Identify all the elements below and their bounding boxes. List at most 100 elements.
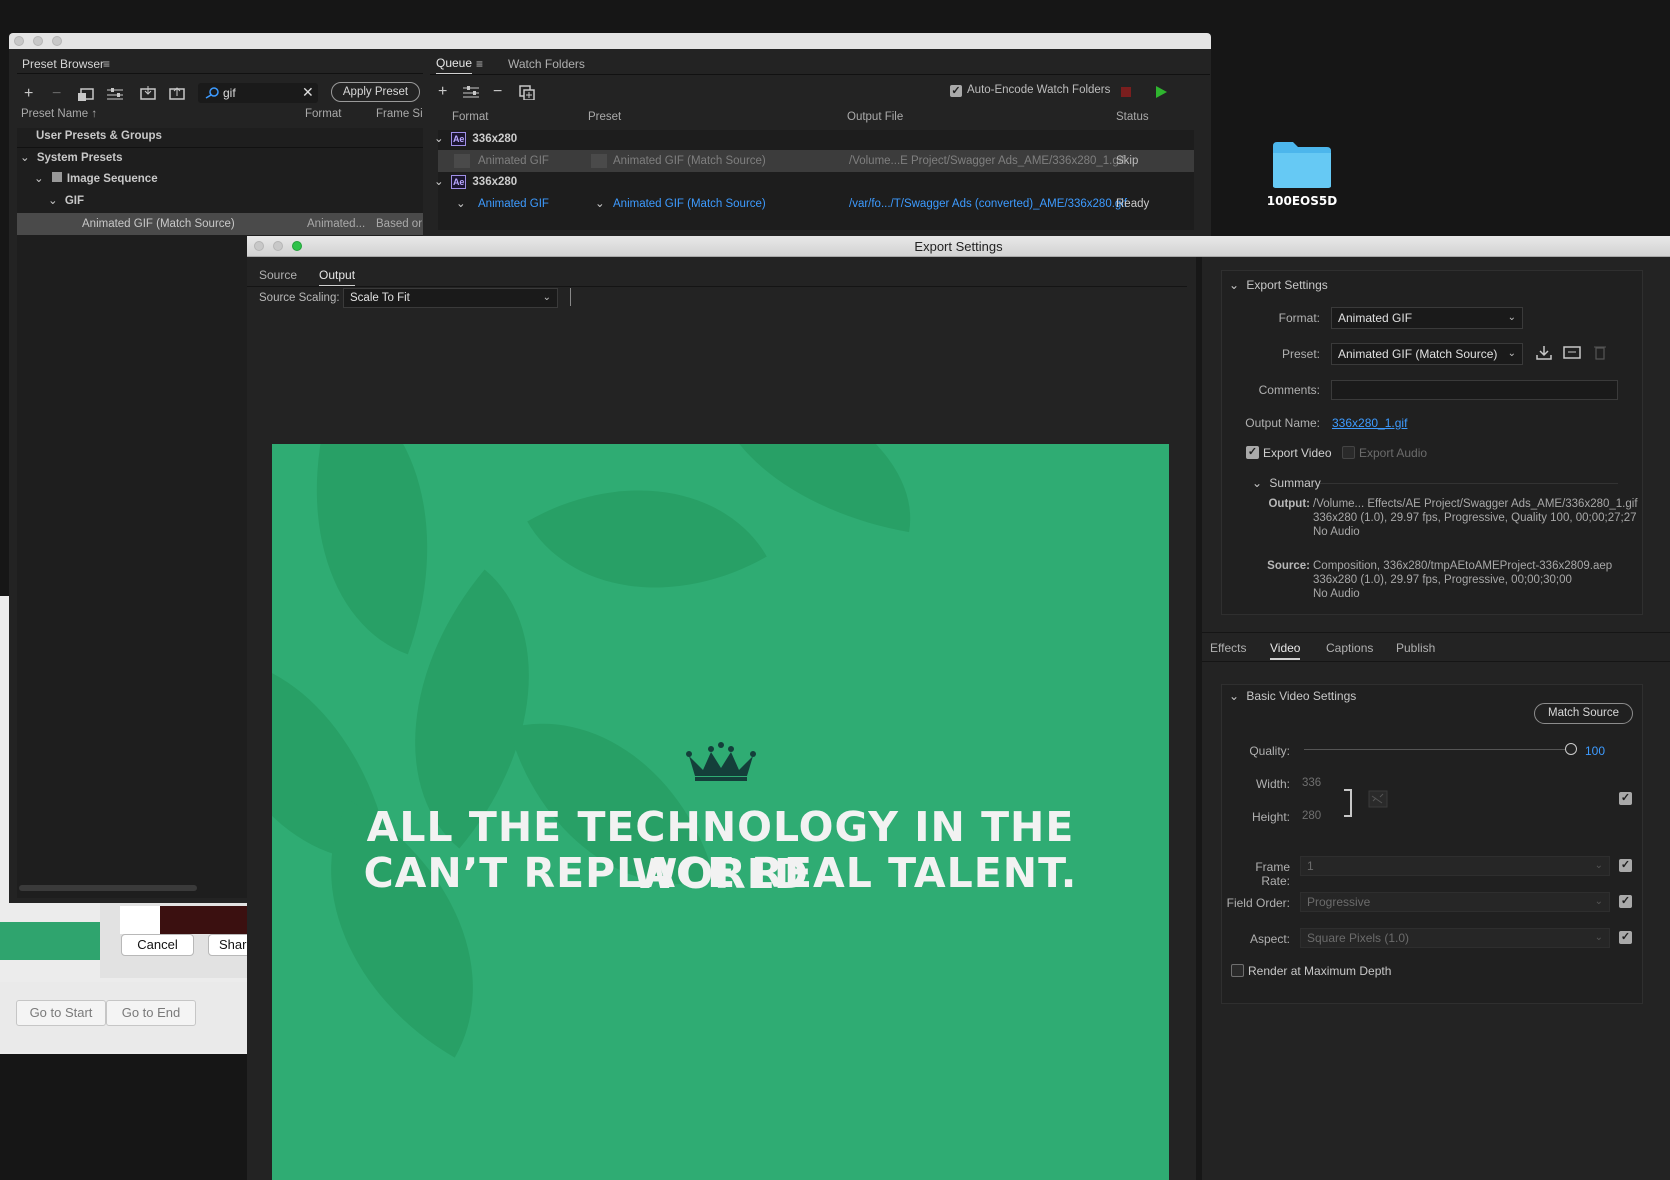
chevron-down-icon[interactable]: ⌄ bbox=[434, 171, 448, 193]
chevron-down-icon[interactable]: ⌄ bbox=[34, 173, 44, 185]
user-presets-group[interactable]: User Presets & Groups bbox=[36, 125, 162, 147]
preset-dropdown[interactable]: Animated GIF (Match Source) ⌄ bbox=[1331, 343, 1523, 365]
format-dropdown[interactable]: Animated GIF ⌄ bbox=[1331, 307, 1523, 329]
close-light[interactable] bbox=[14, 36, 24, 46]
minimize-light[interactable] bbox=[33, 36, 43, 46]
go-to-end-button[interactable]: Go to End bbox=[106, 1000, 196, 1026]
quality-slider-track[interactable] bbox=[1304, 749, 1571, 750]
tab-output[interactable]: Output bbox=[319, 268, 356, 287]
preset-name-column[interactable]: Preset Name ↑ bbox=[21, 108, 97, 120]
aspect-label: Aspect: bbox=[1249, 932, 1290, 946]
tab-source[interactable]: Source bbox=[259, 268, 297, 282]
system-presets-label: System Presets bbox=[36, 152, 123, 164]
start-queue-icon[interactable] bbox=[1156, 86, 1167, 98]
summary-header[interactable]: ⌄ Summary bbox=[1252, 476, 1321, 490]
field-order-dropdown[interactable]: Progressive ⌄ bbox=[1300, 892, 1610, 912]
chain-link-icon[interactable] bbox=[1368, 790, 1388, 808]
output-name-link[interactable]: 336x280_1.gif bbox=[1332, 416, 1407, 430]
cancel-button[interactable]: Cancel bbox=[121, 934, 194, 956]
zoom-light[interactable] bbox=[52, 36, 62, 46]
tab-publish[interactable]: Publish bbox=[1396, 641, 1435, 655]
preset-group-icon[interactable] bbox=[78, 87, 94, 101]
selected-preset-row[interactable]: Animated GIF (Match Source) Animated... … bbox=[17, 213, 423, 235]
width-value[interactable]: 336 bbox=[1302, 777, 1321, 789]
zoom-light[interactable] bbox=[292, 241, 302, 251]
source-scaling-dropdown[interactable]: Scale To Fit ⌄ bbox=[343, 288, 558, 308]
delete-preset-icon[interactable] bbox=[1594, 345, 1606, 360]
tab-queue[interactable]: Queue bbox=[436, 56, 473, 75]
import-preset-icon[interactable] bbox=[1563, 346, 1581, 360]
image-sequence-row[interactable]: ⌄ Image Sequence bbox=[34, 168, 158, 190]
export-preset-icon[interactable] bbox=[169, 86, 185, 101]
preset-dropdown-icon[interactable] bbox=[591, 154, 607, 168]
search-input[interactable]: gif bbox=[223, 86, 236, 100]
clear-search-icon[interactable]: ✕ bbox=[302, 84, 314, 101]
minimize-light[interactable] bbox=[273, 241, 283, 251]
preset-settings-icon[interactable] bbox=[107, 87, 123, 101]
close-light[interactable] bbox=[254, 241, 264, 251]
tab-video[interactable]: Video bbox=[1270, 641, 1301, 660]
system-presets-row[interactable]: ⌄ System Presets bbox=[20, 147, 123, 169]
remove-preset-icon[interactable]: − bbox=[52, 86, 61, 102]
format-dropdown-icon[interactable] bbox=[454, 154, 470, 168]
format-column-header[interactable]: Format bbox=[305, 108, 341, 120]
preset-search-field[interactable]: gif ✕ bbox=[198, 83, 318, 103]
match-source-button[interactable]: Match Source bbox=[1534, 703, 1633, 724]
add-source-icon[interactable]: + bbox=[438, 84, 447, 100]
tab-watch-folders[interactable]: Watch Folders bbox=[508, 57, 585, 71]
chevron-down-icon[interactable]: ⌄ bbox=[48, 195, 58, 207]
frame-rate-dropdown[interactable]: 1 ⌄ bbox=[1300, 856, 1610, 876]
queue-item-row[interactable]: ⌄ Animated GIF ⌄ Animated GIF (Match Sou… bbox=[438, 193, 1194, 215]
horizontal-scrollbar[interactable] bbox=[19, 885, 197, 891]
queue-group-row[interactable]: ⌄ Ae 336x280 bbox=[434, 128, 517, 150]
panel-menu-icon[interactable]: ≡ bbox=[103, 57, 110, 71]
ame-titlebar bbox=[9, 33, 1211, 49]
queue-group-row[interactable]: ⌄ Ae 336x280 bbox=[434, 171, 517, 193]
desktop-folder[interactable]: 100EOS5D bbox=[1262, 140, 1342, 208]
new-preset-icon[interactable]: + bbox=[24, 86, 33, 102]
queue-format-header[interactable]: Format bbox=[452, 111, 488, 123]
queue-preset-cell[interactable]: Animated GIF (Match Source) bbox=[613, 193, 766, 215]
aspect-dropdown[interactable]: Square Pixels (1.0) ⌄ bbox=[1300, 928, 1610, 948]
export-video-checkbox[interactable]: ✓ bbox=[1246, 446, 1259, 459]
save-preset-icon[interactable] bbox=[1536, 346, 1552, 360]
quality-value[interactable]: 100 bbox=[1585, 744, 1605, 758]
comments-input[interactable] bbox=[1331, 380, 1618, 400]
export-settings-header[interactable]: ⌄ Export Settings bbox=[1229, 278, 1328, 292]
queue-output-header[interactable]: Output File bbox=[847, 111, 903, 123]
queue-output-cell[interactable]: /var/fo.../T/Swagger Ads (converted)_AME… bbox=[849, 193, 1127, 215]
frame-size-column-header[interactable]: Frame Si bbox=[376, 108, 423, 120]
aspect-checkbox[interactable]: ✓ bbox=[1619, 931, 1632, 944]
quality-slider-thumb[interactable] bbox=[1565, 743, 1577, 755]
gif-group-row[interactable]: ⌄ GIF bbox=[48, 190, 84, 212]
auto-encode-checkbox[interactable]: ✓ bbox=[950, 85, 962, 97]
apply-preset-button[interactable]: Apply Preset bbox=[331, 82, 420, 102]
tab-effects[interactable]: Effects bbox=[1210, 641, 1246, 655]
chevron-down-icon[interactable]: ⌄ bbox=[20, 152, 30, 164]
import-preset-icon[interactable] bbox=[140, 86, 156, 101]
queue-settings-icon[interactable] bbox=[463, 85, 479, 99]
export-audio-checkbox[interactable] bbox=[1342, 446, 1355, 459]
queue-format-cell[interactable]: Animated GIF bbox=[478, 150, 549, 172]
queue-item-row[interactable]: Animated GIF Animated GIF (Match Source)… bbox=[438, 150, 1194, 172]
chevron-down-icon[interactable]: ⌄ bbox=[456, 193, 466, 215]
queue-format-cell[interactable]: Animated GIF bbox=[478, 193, 549, 215]
queue-preset-cell[interactable]: Animated GIF (Match Source) bbox=[613, 150, 766, 172]
go-to-start-button[interactable]: Go to Start bbox=[16, 1000, 106, 1026]
chevron-down-icon[interactable]: ⌄ bbox=[595, 193, 605, 215]
tab-captions[interactable]: Captions bbox=[1326, 641, 1373, 655]
queue-preset-header[interactable]: Preset bbox=[588, 111, 621, 123]
duplicate-icon[interactable] bbox=[519, 85, 535, 100]
queue-status-header[interactable]: Status bbox=[1116, 111, 1149, 123]
height-value[interactable]: 280 bbox=[1302, 810, 1321, 822]
chevron-down-icon[interactable]: ⌄ bbox=[434, 128, 448, 150]
basic-video-header[interactable]: ⌄ Basic Video Settings bbox=[1229, 689, 1356, 703]
frame-rate-checkbox[interactable]: ✓ bbox=[1619, 859, 1632, 872]
remove-item-icon[interactable]: − bbox=[493, 84, 502, 100]
render-max-depth-checkbox[interactable] bbox=[1231, 964, 1244, 977]
queue-output-cell[interactable]: /Volume...E Project/Swagger Ads_AME/336x… bbox=[849, 150, 1125, 172]
field-order-checkbox[interactable]: ✓ bbox=[1619, 895, 1632, 908]
stop-queue-icon[interactable] bbox=[1121, 87, 1131, 97]
resize-checkbox[interactable]: ✓ bbox=[1619, 792, 1632, 805]
queue-menu-icon[interactable]: ≡ bbox=[476, 57, 483, 71]
